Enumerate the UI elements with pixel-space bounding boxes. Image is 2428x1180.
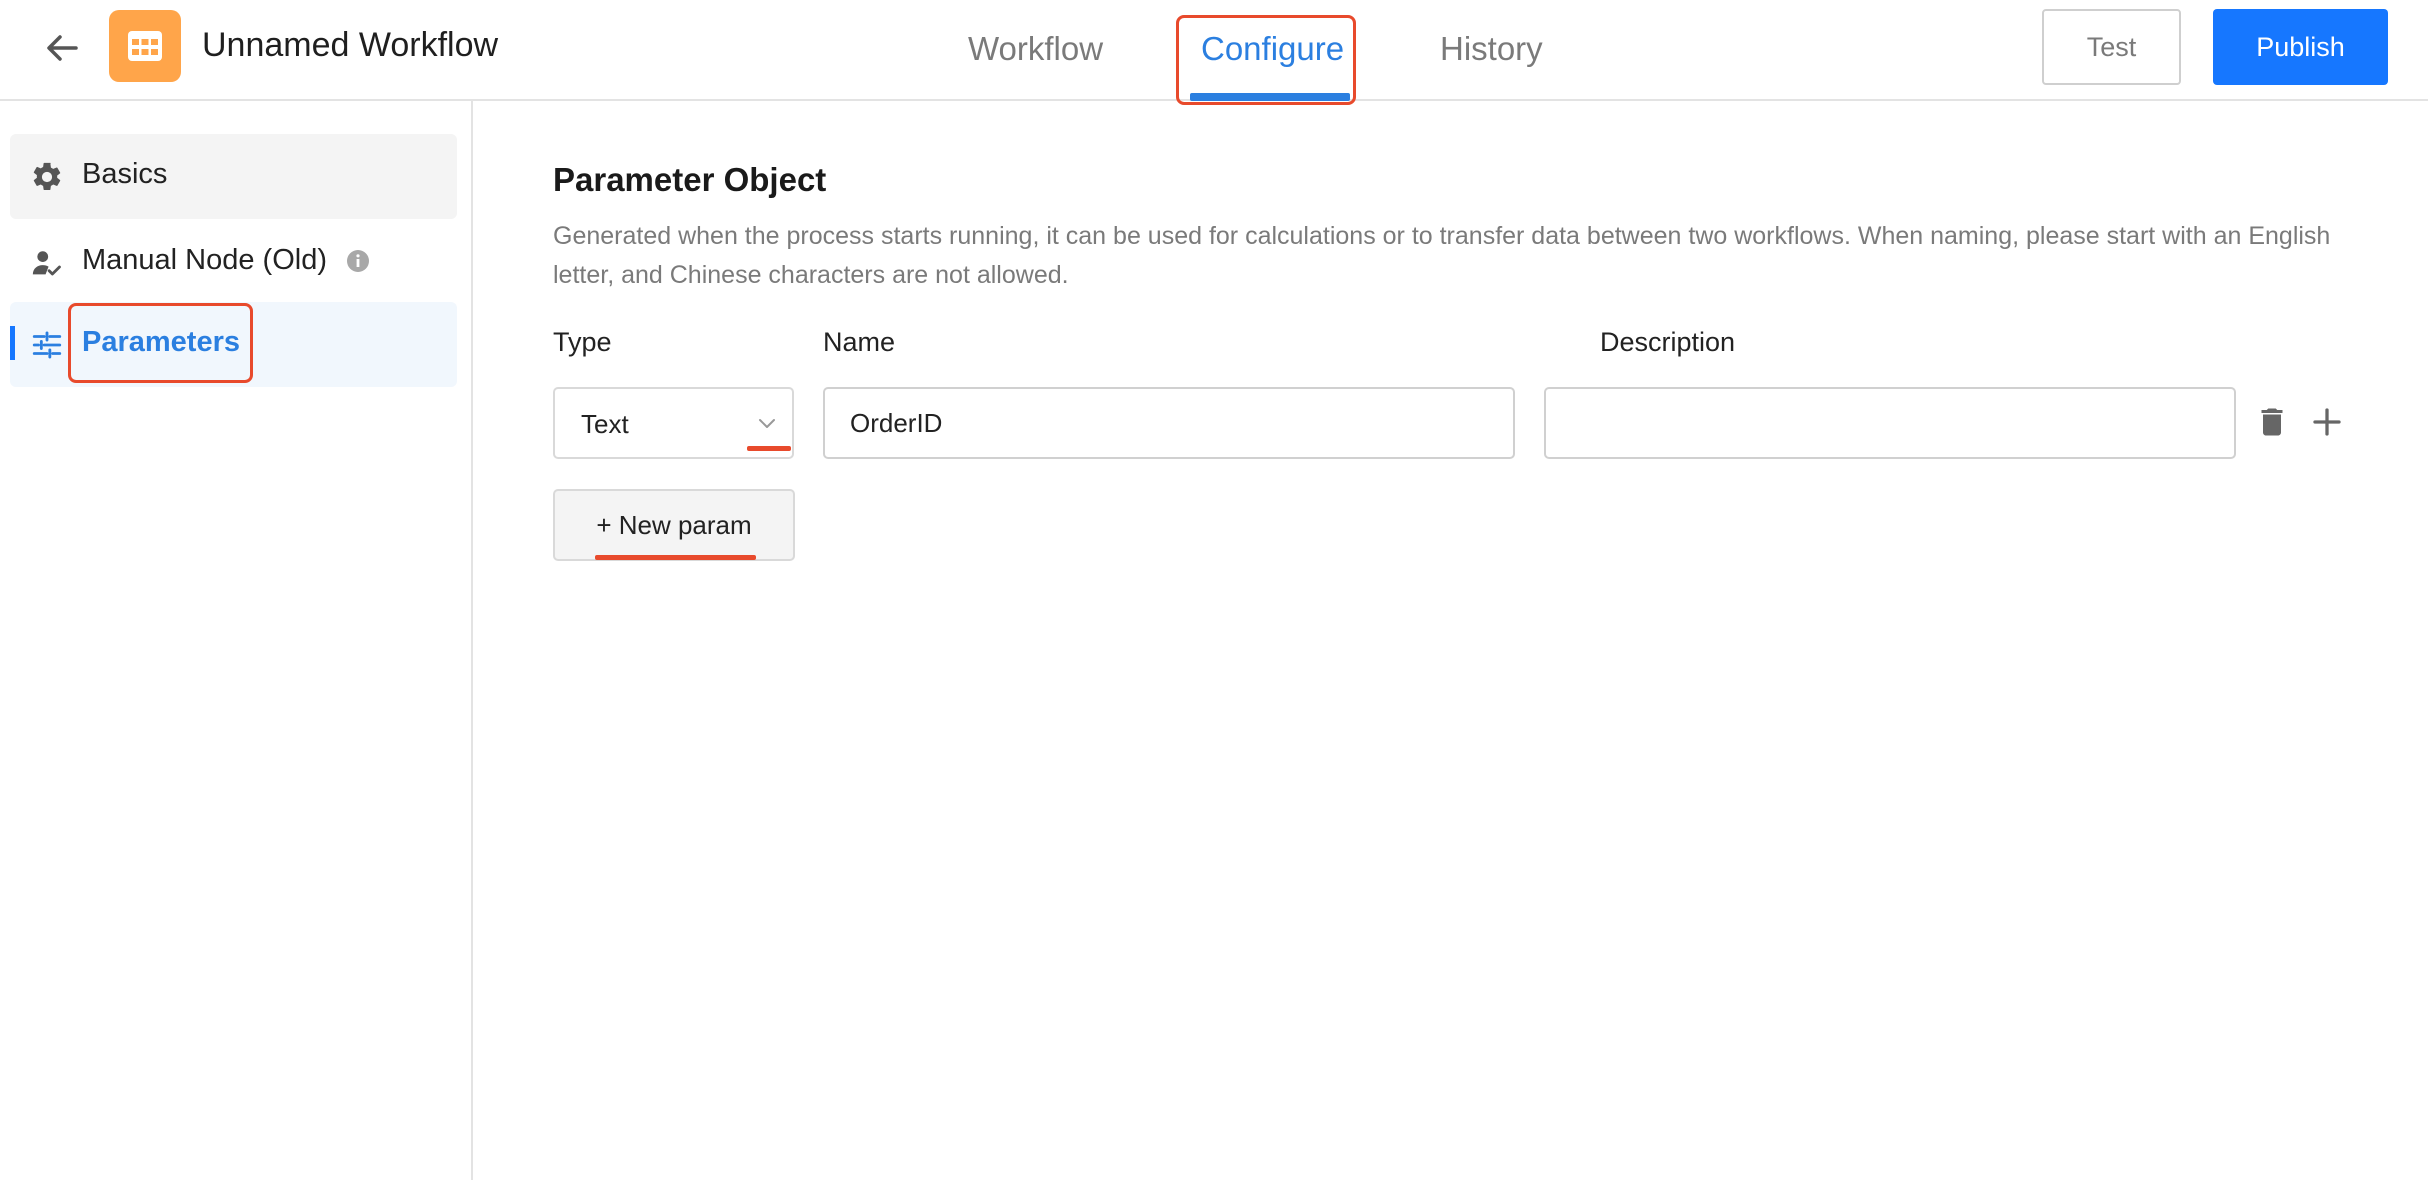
configure-highlight-box (1176, 15, 1356, 105)
column-header-description: Description (1600, 327, 1736, 357)
column-header-name: Name (823, 327, 896, 357)
new-param-annotation-underline (595, 555, 756, 560)
add-icon[interactable] (2309, 404, 2345, 440)
sidebar-item-basics[interactable]: Basics (10, 134, 457, 219)
app-logo (109, 10, 181, 82)
delete-icon[interactable] (2254, 404, 2290, 440)
sidebar-item-label: Basics (82, 158, 168, 190)
parameters-highlight-box (68, 303, 253, 383)
param-type-value: Text (581, 409, 629, 439)
tab-history[interactable]: History (1440, 30, 1543, 68)
info-icon[interactable] (346, 249, 370, 273)
sidebar: Basics Manual Node (Old) Parameters (0, 101, 473, 1180)
column-header-type: Type (553, 327, 612, 357)
active-item-indicator (10, 326, 15, 360)
type-annotation-underline (747, 446, 791, 451)
tab-workflow[interactable]: Workflow (968, 30, 1103, 68)
chevron-down-icon (757, 413, 777, 433)
param-name-input[interactable] (823, 387, 1515, 459)
publish-button[interactable]: Publish (2213, 9, 2388, 85)
workflow-title[interactable]: Unnamed Workflow (202, 26, 498, 65)
param-description-input[interactable] (1544, 387, 2236, 459)
user-check-icon (30, 246, 64, 280)
sliders-icon (30, 328, 64, 362)
top-bar: Unnamed Workflow Workflow Configure Hist… (0, 0, 2428, 105)
section-description: Generated when the process starts runnin… (553, 222, 2331, 289)
page-title: Parameter Object (553, 161, 827, 198)
table-icon (128, 31, 162, 61)
test-button[interactable]: Test (2042, 9, 2181, 85)
sidebar-item-manual-node[interactable]: Manual Node (Old) (10, 220, 457, 305)
gear-icon (30, 160, 64, 194)
new-param-button[interactable]: + New param (553, 489, 795, 561)
back-arrow-icon[interactable] (38, 24, 86, 72)
sidebar-item-label: Manual Node (Old) (82, 244, 327, 276)
